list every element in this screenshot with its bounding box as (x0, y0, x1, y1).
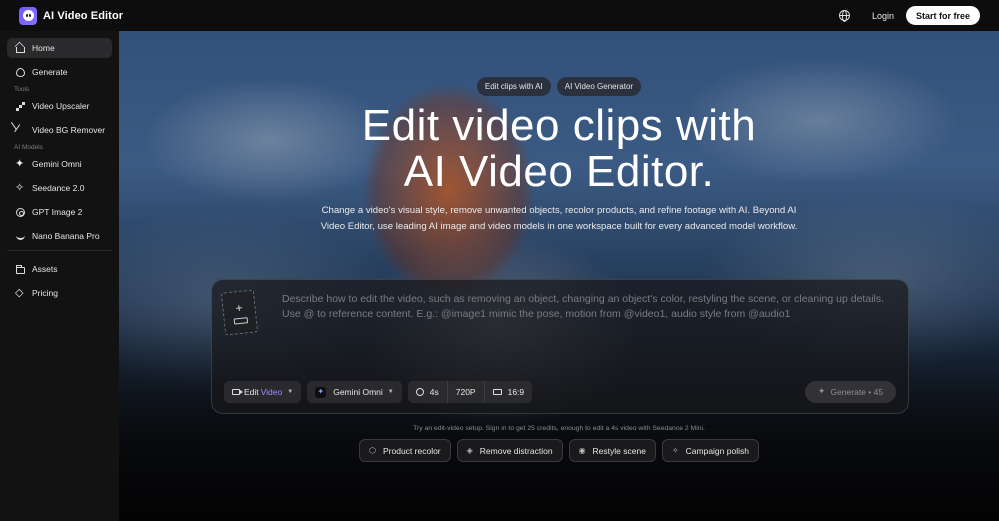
section-tools: Tools (14, 86, 30, 93)
credits-hint: Try an edit-video setup. Sign in to get … (413, 425, 705, 432)
prompt-box: + Describe how to edit the video, such a… (211, 279, 909, 414)
sparkle-icon: ✦ (817, 387, 826, 397)
sidebar-item-pricing[interactable]: Pricing (7, 283, 112, 303)
sidebar-item-label: Pricing (32, 288, 58, 298)
preset-label: Campaign polish (685, 445, 749, 456)
sidebar-item-nano-banana[interactable]: Nano Banana Pro (7, 226, 112, 246)
hero-subtitle: Change a video's visual style, remove un… (320, 205, 798, 232)
aspect-ratio-icon (492, 389, 502, 395)
preset-list: ⬡ Product recolor ◈ Remove distraction ◉… (119, 439, 999, 462)
openai-icon (16, 207, 25, 217)
banana-icon (16, 233, 25, 240)
page-title: Edit video clips with AI Video Editor. (119, 103, 999, 195)
sidebar-item-video-upscaler[interactable]: Video Upscaler (7, 96, 112, 116)
preset-remove-distraction[interactable]: ◈ Remove distraction (456, 439, 563, 462)
aspect-value: 16:9 (507, 387, 525, 397)
model-label: Gemini Omni (333, 387, 383, 397)
duration-value: 4s (429, 387, 439, 397)
preset-label: Restyle scene (592, 445, 646, 456)
sidebar-item-gpt-image[interactable]: GPT Image 2 (7, 202, 112, 222)
media-icon (233, 316, 248, 325)
sidebar-item-label: Generate (32, 67, 68, 77)
mode-accent: Video (260, 387, 283, 397)
resolution-value: 720P (455, 387, 476, 397)
model-dropdown[interactable]: ✦ Gemini Omni ▼ (307, 381, 402, 403)
scissors-icon (14, 123, 27, 137)
clock-icon (415, 388, 424, 396)
sidebar-item-label: Nano Banana Pro (32, 231, 100, 241)
sidebar-item-generate[interactable]: Generate (7, 62, 112, 82)
sidebar-item-label: GPT Image 2 (32, 207, 83, 217)
wand-icon: ✧ (671, 446, 679, 455)
generate-label: Generate • 45 (830, 387, 884, 397)
sparkle-icon (15, 157, 25, 170)
sidebar-item-label: Assets (32, 264, 58, 274)
login-link[interactable]: Login (872, 11, 894, 21)
sidebar-divider (7, 250, 112, 251)
video-camera-icon (232, 389, 243, 395)
preset-restyle-scene[interactable]: ◉ Restyle scene (568, 439, 656, 462)
hero-section: Edit clips with AI AI Video Generator Ed… (119, 31, 999, 521)
folder-icon (16, 264, 25, 274)
chevron-down-icon: ▼ (387, 389, 394, 395)
app-logo-icon[interactable] (19, 6, 37, 25)
sidebar-item-label: Video BG Remover (32, 125, 106, 135)
sidebar-item-video-bg-remover[interactable]: Video BG Remover (7, 120, 112, 140)
sidebar-item-label: Seedance 2.0 (32, 183, 85, 193)
hero-chips: Edit clips with AI AI Video Generator (119, 77, 999, 96)
generate-button[interactable]: ✦ Generate • 45 (805, 381, 896, 403)
sidebar-item-home[interactable]: Home (7, 38, 112, 58)
sidebar-item-label: Video Upscaler (32, 101, 90, 111)
diamond-icon (15, 286, 25, 299)
plus-icon: + (234, 300, 244, 315)
upscale-icon (16, 102, 25, 111)
sidebar-item-label: Home (32, 43, 55, 53)
seedance-icon (15, 181, 25, 194)
start-free-button[interactable]: Start for free (905, 6, 980, 25)
settings-group[interactable]: 4s 720P 16:9 (407, 381, 533, 403)
mode-prefix: Edit (244, 387, 259, 397)
gemini-icon: ✦ (315, 386, 327, 398)
chip-ai-video-generator[interactable]: AI Video Generator (556, 77, 642, 96)
top-actions: Login Start for free (838, 6, 980, 25)
headline-line-1: Edit video clips with (361, 101, 757, 150)
prompt-input[interactable]: Describe how to edit the video, such as … (282, 292, 892, 321)
eraser-icon: ◈ (466, 446, 473, 455)
chip-edit-clips[interactable]: Edit clips with AI (476, 77, 551, 96)
sidebar-item-assets[interactable]: Assets (7, 259, 112, 279)
aspect-setting[interactable]: 16:9 (483, 381, 533, 403)
upload-media-button[interactable]: + (220, 289, 259, 336)
chevron-down-icon: ▼ (287, 389, 294, 395)
prompt-controls: Edit Video ▼ ✦ Gemini Omni ▼ 4s 720P 16:… (224, 381, 533, 403)
preset-product-recolor[interactable]: ⬡ Product recolor (359, 439, 451, 462)
preset-label: Remove distraction (479, 445, 553, 456)
sidebar: Home Generate Tools Video Upscaler Video… (0, 31, 119, 521)
cube-icon: ⬡ (369, 446, 376, 455)
headline-line-2: AI Video Editor. (403, 147, 715, 196)
section-ai-models: AI Models (14, 144, 43, 151)
preset-label: Product recolor (383, 445, 441, 456)
preset-campaign-polish[interactable]: ✧ Campaign polish (661, 439, 759, 462)
duration-setting[interactable]: 4s (408, 381, 447, 403)
resolution-setting[interactable]: 720P (446, 381, 484, 403)
home-icon (16, 47, 25, 53)
globe-icon[interactable] (838, 10, 850, 22)
palette-icon: ◉ (578, 446, 586, 455)
sidebar-item-seedance[interactable]: Seedance 2.0 (7, 178, 112, 198)
sidebar-item-gemini-omni[interactable]: Gemini Omni (7, 154, 112, 174)
mode-dropdown[interactable]: Edit Video ▼ (224, 381, 302, 403)
generate-icon (16, 67, 25, 77)
top-bar: AI Video Editor Login Start for free (0, 0, 999, 31)
sidebar-item-label: Gemini Omni (32, 159, 82, 169)
app-title[interactable]: AI Video Editor (43, 10, 123, 22)
